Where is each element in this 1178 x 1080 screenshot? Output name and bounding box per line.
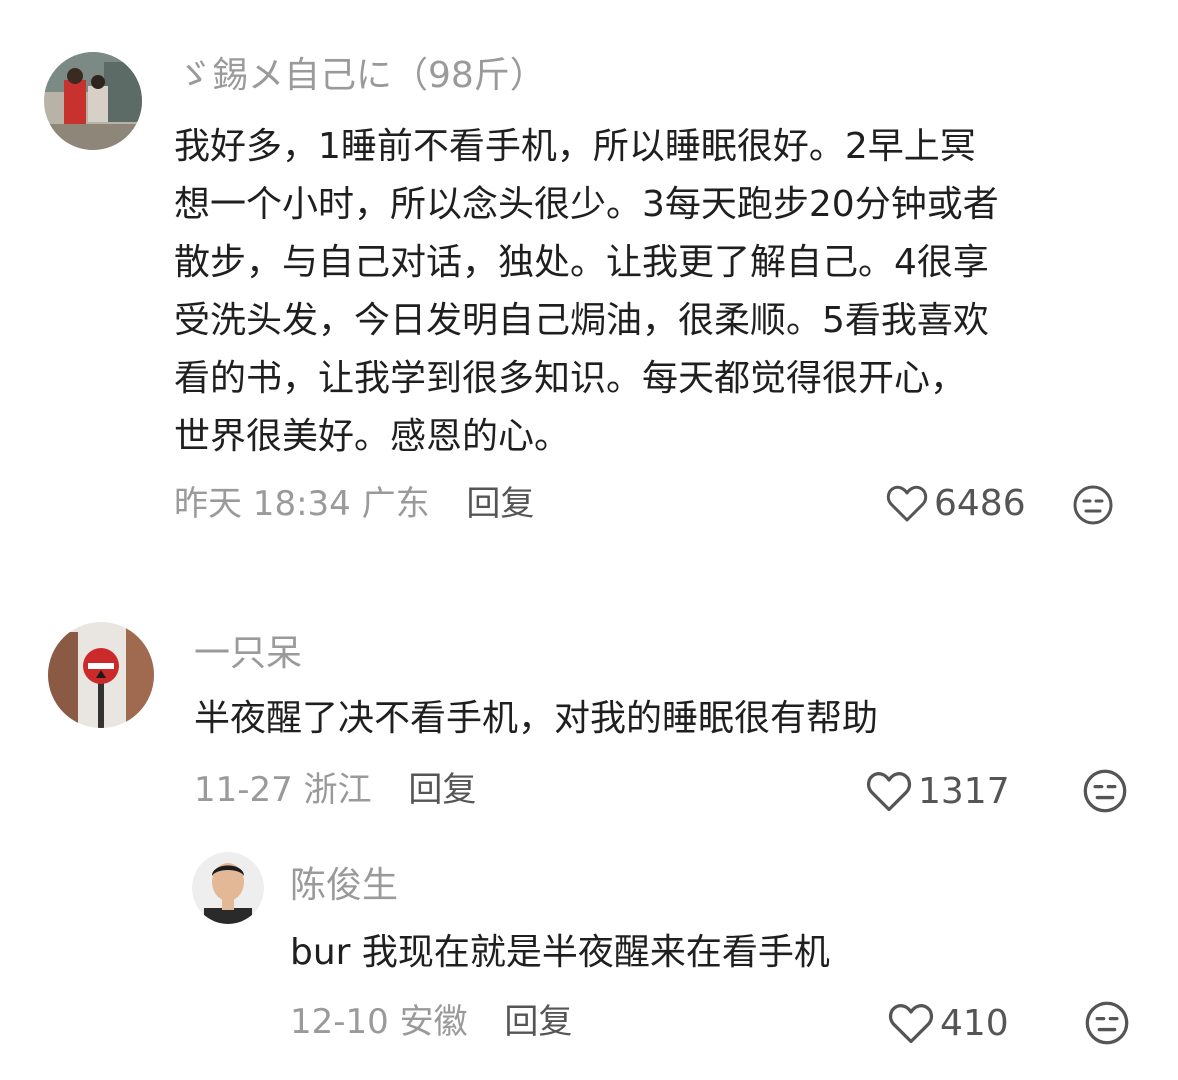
- like-count: 6486: [934, 483, 1026, 524]
- comment-text-line: 世界很美好。感恩的心。: [174, 416, 571, 457]
- comment-time: 12-10: [290, 1002, 389, 1042]
- like-count: 1317: [918, 771, 1010, 812]
- avatar-photo-street-sign: [48, 622, 154, 728]
- comment-text: 我好多，1睡前不看手机，所以睡眠很好。2早上冥 想一个小时，所以念头很少。3每天…: [174, 118, 1154, 466]
- reaction-button[interactable]: [1084, 1000, 1130, 1046]
- avatar[interactable]: [44, 52, 142, 150]
- comment-time: 昨天 18:34: [174, 484, 351, 524]
- comment-username[interactable]: 一只呆: [194, 632, 302, 676]
- like-button[interactable]: 6486: [886, 482, 1026, 526]
- reply-button[interactable]: 回复: [466, 484, 534, 524]
- reaction-button[interactable]: [1072, 484, 1114, 526]
- reply-button[interactable]: 回复: [408, 770, 476, 810]
- comment-meta: 昨天 18:34 广东 回复: [174, 482, 534, 526]
- comment-username[interactable]: 陈俊生: [290, 864, 398, 908]
- comment-text: bur 我现在就是半夜醒来在看手机: [290, 932, 830, 973]
- reply-button[interactable]: 回复: [504, 1002, 572, 1042]
- like-count: 410: [940, 1003, 1009, 1044]
- comment-username[interactable]: ゞ錫メ自己に（98斤）: [176, 54, 546, 98]
- neutral-face-icon: [1083, 769, 1127, 813]
- avatar[interactable]: [192, 852, 264, 924]
- avatar-photo-two-people: [44, 52, 142, 150]
- comment-location: 浙江: [303, 770, 372, 810]
- comment-meta: 11-27 浙江 回复: [194, 768, 476, 812]
- heart-icon: [866, 772, 912, 812]
- comment-text-line: 看的书，让我学到很多知识。每天都觉得很开心，: [174, 358, 967, 399]
- comment-location: 安徽: [399, 1002, 468, 1042]
- comment-text: 半夜醒了决不看手机，对我的睡眠很有帮助: [194, 698, 879, 739]
- neutral-face-icon: [1085, 1001, 1129, 1045]
- comment-text-line: 我好多，1睡前不看手机，所以睡眠很好。2早上冥: [174, 126, 976, 167]
- avatar[interactable]: [48, 622, 154, 728]
- comment-time: 11-27: [194, 770, 293, 810]
- neutral-face-icon: [1073, 485, 1113, 525]
- like-button[interactable]: 1317: [866, 770, 1010, 814]
- comment-location: 广东: [361, 484, 430, 524]
- heart-icon: [888, 1004, 934, 1044]
- comment-meta: 12-10 安徽 回复: [290, 1000, 572, 1044]
- comment-text-line: 散步，与自己对话，独处。让我更了解自己。4很享: [174, 242, 989, 283]
- like-button[interactable]: 410: [888, 1002, 1009, 1046]
- heart-icon: [886, 485, 928, 522]
- comment-text-line: 受洗头发，今日发明自己焗油，很柔顺。5看我喜欢: [174, 300, 989, 341]
- avatar-photo-man-portrait: [192, 852, 264, 924]
- comment-text-line: 想一个小时，所以念头很少。3每天跑步20分钟或者: [174, 184, 999, 225]
- reaction-button[interactable]: [1082, 768, 1128, 814]
